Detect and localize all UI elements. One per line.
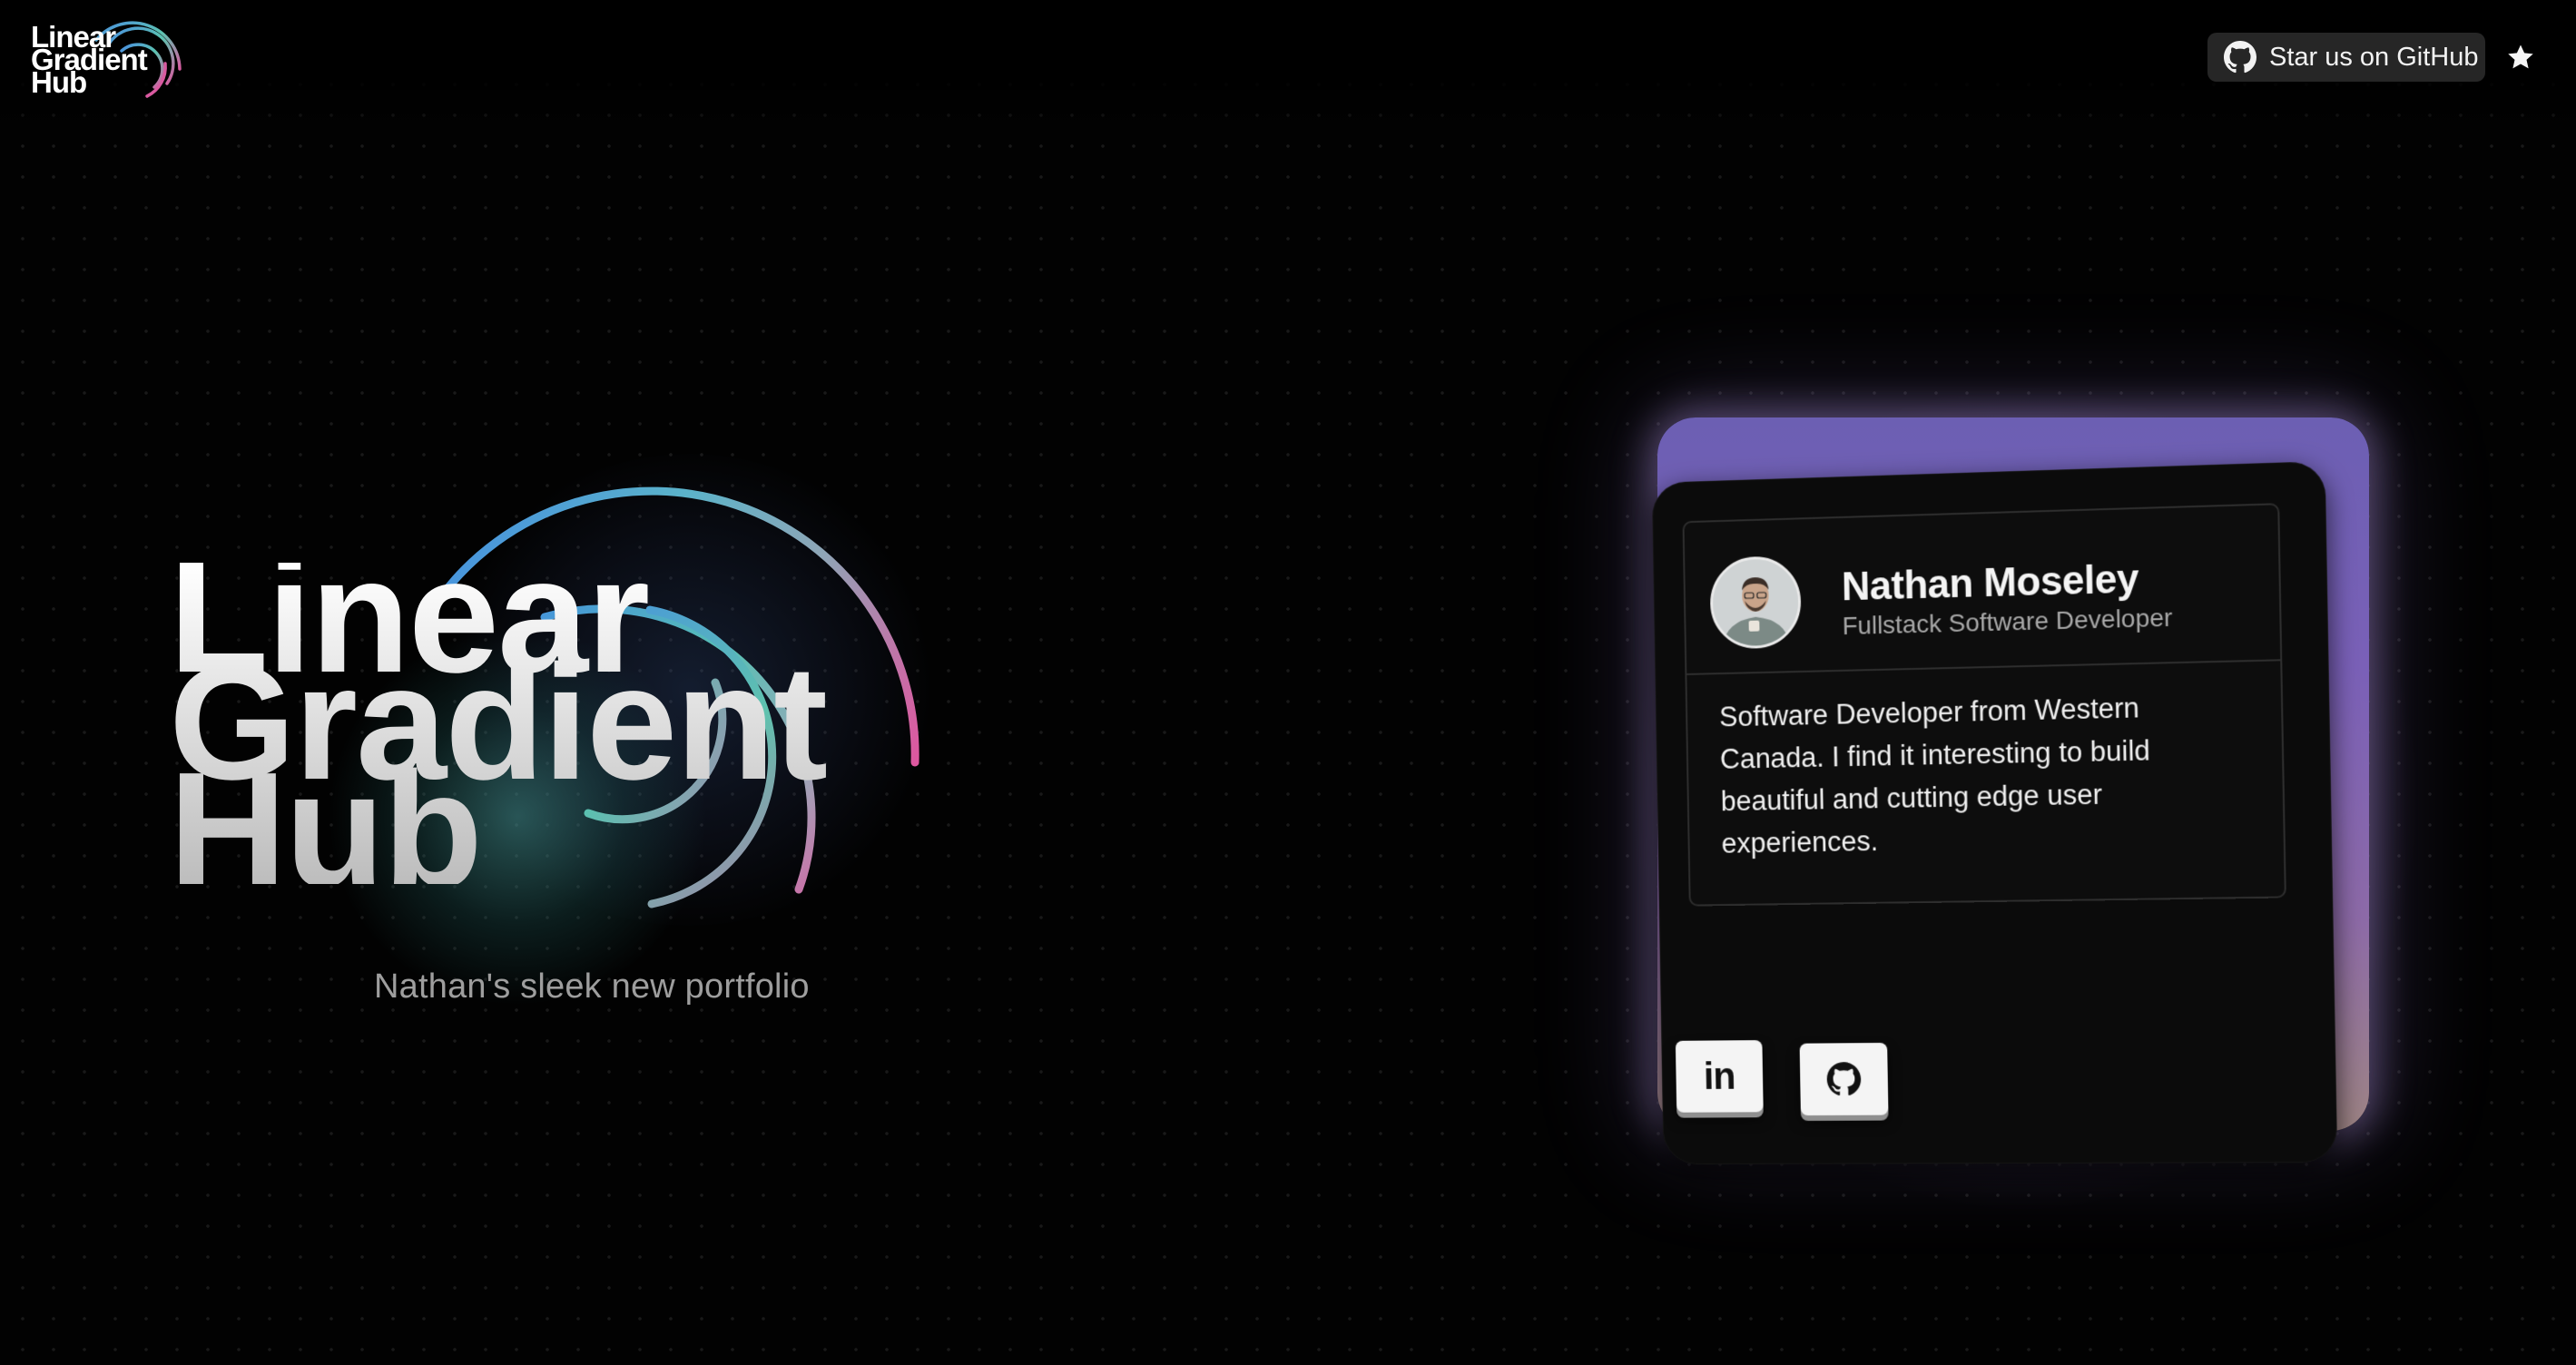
- github-profile-button[interactable]: [1799, 1042, 1889, 1116]
- avatar-photo-icon: [1712, 558, 1799, 647]
- avatar: [1709, 555, 1802, 650]
- profile-card: Nathan Moseley Fullstack Software Develo…: [1651, 461, 2338, 1165]
- page: Linear Gradient Hub Star us on GitHub Li…: [0, 0, 2576, 1365]
- profile-bio: Software Developer from Western Canada. …: [1718, 692, 2151, 859]
- hero-tagline: Nathan's sleek new portfolio: [374, 967, 810, 1006]
- github-icon: [1826, 1062, 1862, 1096]
- divider: [1686, 659, 2281, 675]
- profile-name: Nathan Moseley: [1841, 556, 2139, 610]
- profile-card-content: Nathan Moseley Fullstack Software Develo…: [1682, 503, 2286, 907]
- profile-role: Fullstack Software Developer: [1842, 603, 2173, 641]
- linkedin-button[interactable]: in: [1675, 1040, 1764, 1113]
- linkedin-icon: in: [1703, 1055, 1735, 1097]
- hero-title: Linear Gradient Hub: [169, 563, 826, 884]
